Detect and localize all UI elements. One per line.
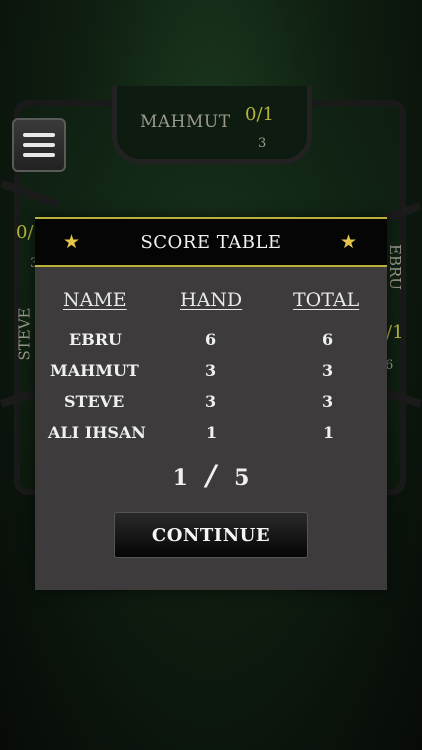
page-indicator: 1 / 5 <box>35 459 387 492</box>
column-header-name: NAME <box>63 289 127 311</box>
row-hand: 1 <box>206 423 218 442</box>
continue-button[interactable]: CONTINUE <box>114 512 308 558</box>
star-icon: ★ <box>339 231 357 253</box>
score-table-dialog: ★ SCORE TABLE ★ NAME HAND TOTAL EBRU 6 6… <box>35 217 387 590</box>
star-icon: ★ <box>63 231 81 253</box>
row-name: STEVE <box>64 392 125 411</box>
left-player-name: STEVE <box>15 307 34 361</box>
row-total: 3 <box>322 361 334 380</box>
right-player-score: /1 <box>386 322 404 343</box>
menu-button[interactable] <box>12 118 66 172</box>
top-player-points: 3 <box>258 136 267 151</box>
column-header-hand: HAND <box>180 289 243 311</box>
dialog-header: ★ SCORE TABLE ★ <box>35 217 387 267</box>
column-header-total: TOTAL <box>293 289 360 311</box>
row-hand: 6 <box>205 330 217 349</box>
hamburger-menu-icon <box>23 153 55 157</box>
hamburger-menu-icon <box>23 143 55 147</box>
row-hand: 3 <box>205 361 217 380</box>
dialog-title: SCORE TABLE <box>140 231 282 253</box>
row-name: EBRU <box>69 330 122 349</box>
row-total: 6 <box>322 330 334 349</box>
row-total: 1 <box>323 423 335 442</box>
top-player-score: 0/1 <box>245 104 274 125</box>
right-player-name: EBRU <box>385 244 404 290</box>
page-total: 5 <box>234 465 250 491</box>
row-name: ALI IHSAN <box>48 423 146 442</box>
row-total: 3 <box>322 392 334 411</box>
left-player-score: 0/ <box>16 222 34 243</box>
top-player-name: MAHMUT <box>140 112 231 132</box>
row-hand: 3 <box>205 392 217 411</box>
page-current: 1 <box>172 465 188 491</box>
row-name: MAHMUT <box>50 361 139 380</box>
hamburger-menu-icon <box>23 133 55 137</box>
page-separator: / <box>205 459 217 492</box>
